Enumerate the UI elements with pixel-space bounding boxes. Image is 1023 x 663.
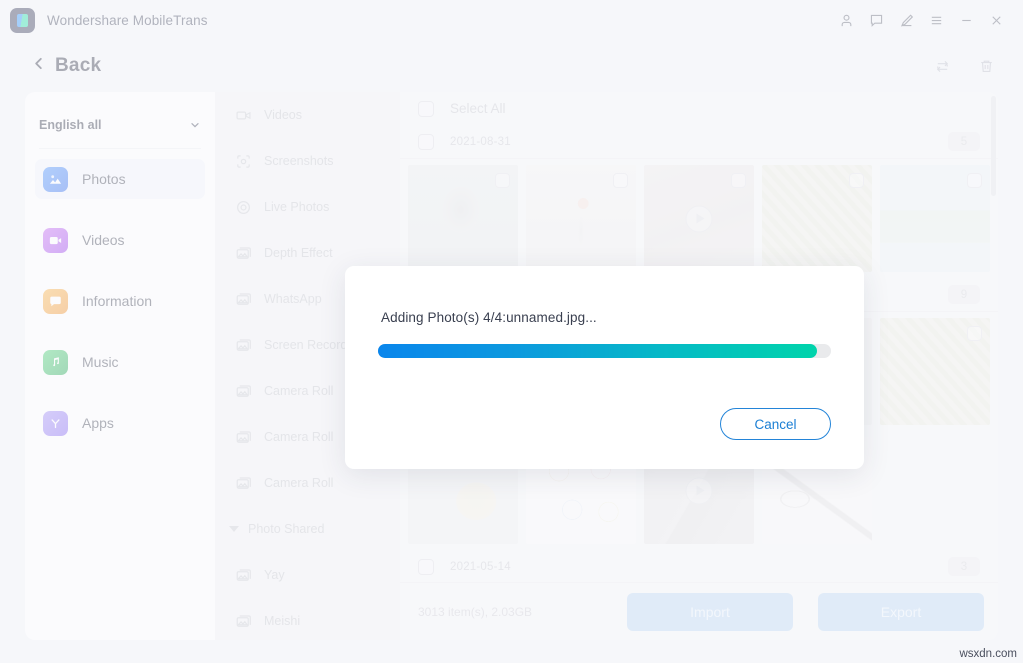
watermark: wsxdn.com xyxy=(959,648,1017,660)
progress-message: Adding Photo(s) 4/4:unnamed.jpg... xyxy=(381,310,597,325)
progress-dialog: Adding Photo(s) 4/4:unnamed.jpg... Cance… xyxy=(345,266,864,469)
progress-bar-fill xyxy=(378,344,818,358)
application-window: Wondershare MobileTrans xyxy=(0,0,1023,663)
progress-bar xyxy=(378,344,831,358)
cancel-button[interactable]: Cancel xyxy=(720,408,831,440)
